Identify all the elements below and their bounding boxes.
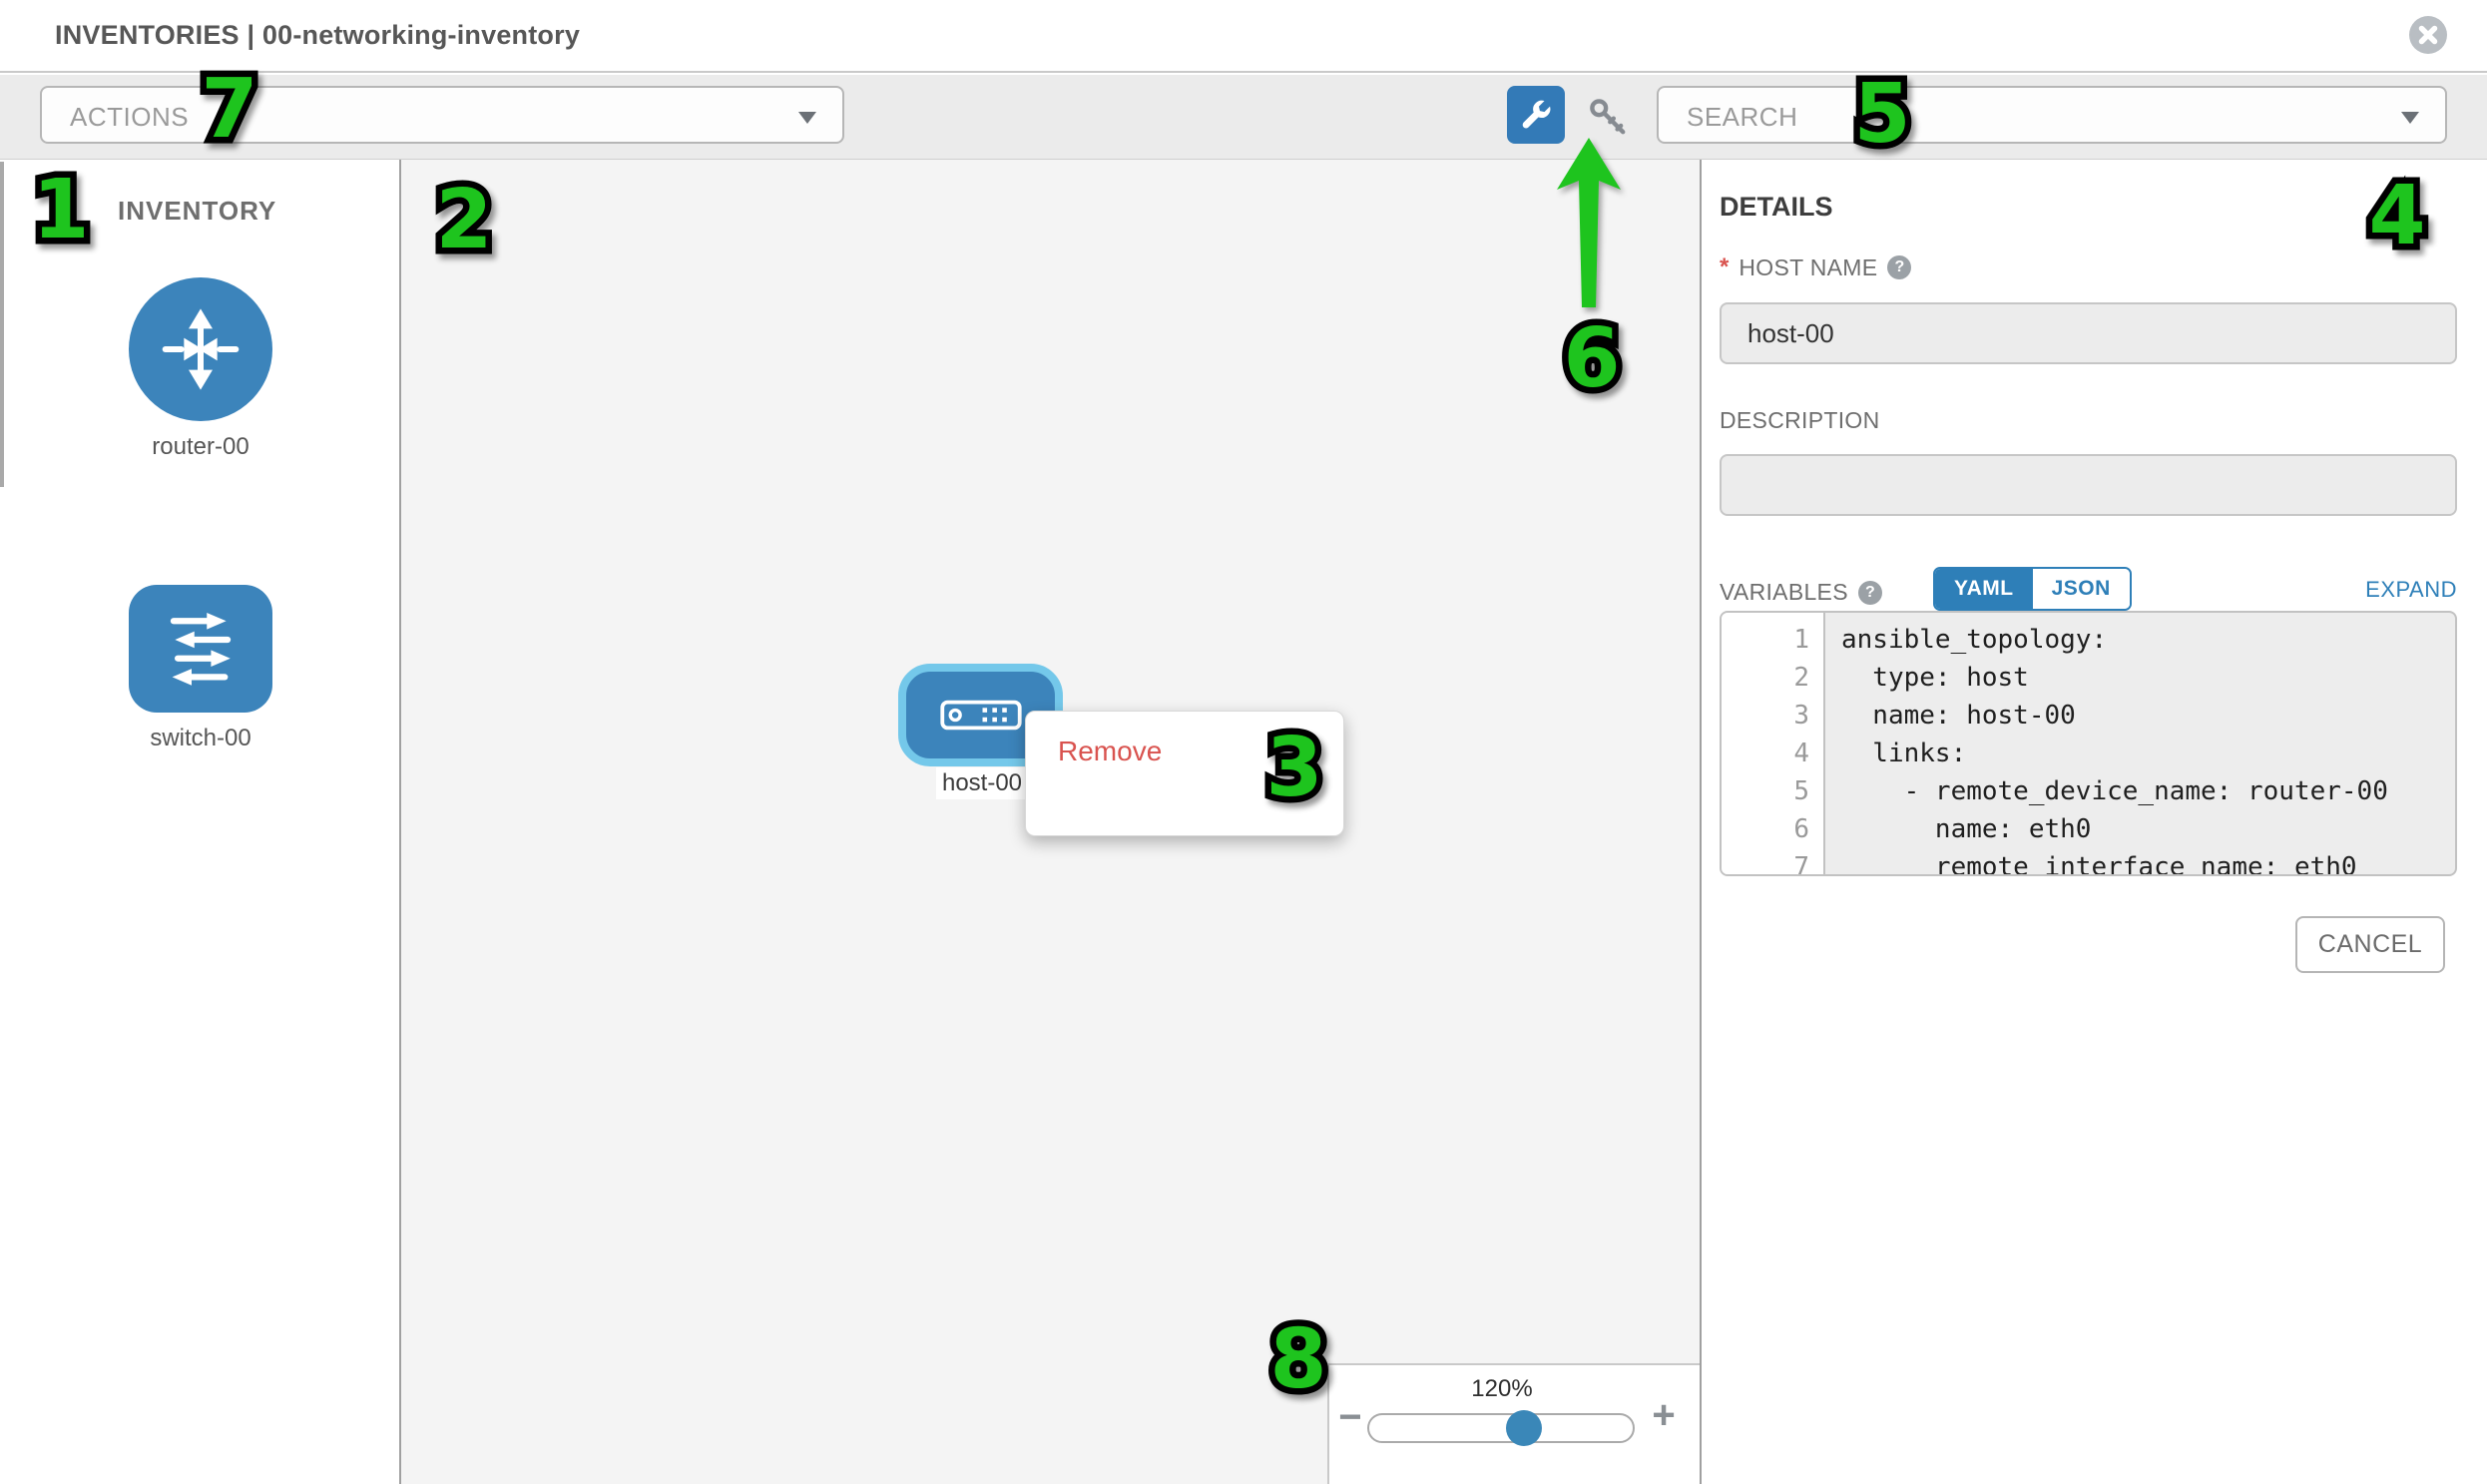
line-number: 7 xyxy=(1722,848,1823,876)
variables-label-row: VARIABLES ? xyxy=(1720,579,1882,606)
zoom-control-panel: 120% − + xyxy=(1327,1363,1700,1484)
device-label: router-00 xyxy=(0,433,401,461)
close-button[interactable] xyxy=(2409,16,2447,54)
line-number: 4 xyxy=(1722,735,1823,772)
host-name-label-row: * HOST NAME ? xyxy=(1720,253,1911,281)
close-icon xyxy=(2409,16,2447,54)
help-icon[interactable]: ? xyxy=(1858,581,1882,605)
line-number: 6 xyxy=(1722,810,1823,848)
line-number: 2 xyxy=(1722,659,1823,697)
search-dropdown[interactable]: SEARCH xyxy=(1657,86,2447,144)
details-panel: DETAILS * HOST NAME ? DESCRIPTION VARIAB… xyxy=(1702,160,2487,1484)
code-line: links: xyxy=(1841,735,2455,772)
wrench-icon xyxy=(1519,98,1553,132)
details-panel-title: DETAILS xyxy=(1720,192,1833,223)
toolbar: ACTIONS SEARCH xyxy=(0,75,2487,160)
host-node-label: host-00 xyxy=(936,767,1028,799)
zoom-level-label: 120% xyxy=(1367,1375,1637,1403)
sidebar-title: INVENTORY xyxy=(118,196,276,227)
zoom-in-button[interactable]: + xyxy=(1647,1395,1681,1435)
toggle-json[interactable]: JSON xyxy=(2033,569,2130,609)
page-title: INVENTORIES | 00-networking-inventory xyxy=(55,20,580,51)
host-name-field[interactable] xyxy=(1720,302,2457,364)
code-line: name: host-00 xyxy=(1841,697,2455,735)
chevron-down-icon xyxy=(2401,112,2419,124)
cancel-button[interactable]: CANCEL xyxy=(2295,916,2445,973)
code-line: name: eth0 xyxy=(1841,810,2455,848)
topology-canvas[interactable]: host-00 Details Remove 120% − + xyxy=(401,160,1702,1484)
code-line: remote_interface_name: eth0 xyxy=(1841,848,2455,876)
help-icon[interactable]: ? xyxy=(1887,255,1911,279)
description-label: DESCRIPTION xyxy=(1720,407,1879,434)
inventory-sidebar: INVENTORY router-00 xyxy=(0,160,401,1484)
chevron-down-icon xyxy=(798,112,816,124)
line-number: 3 xyxy=(1722,697,1823,735)
editor-code: ansible_topology: type: host name: host-… xyxy=(1825,613,2455,874)
actions-dropdown[interactable]: ACTIONS xyxy=(40,86,844,144)
node-context-menu: Details Remove xyxy=(1025,711,1344,836)
sidebar-device-switch[interactable]: switch-00 xyxy=(0,585,401,752)
device-label: switch-00 xyxy=(0,725,401,752)
required-marker: * xyxy=(1720,253,1729,281)
menu-item-remove[interactable]: Remove xyxy=(1058,728,1343,774)
search-dropdown-label: SEARCH xyxy=(1687,102,1797,133)
inventory-topology-screen: INVENTORIES | 00-networking-inventory AC… xyxy=(0,0,2487,1484)
expand-link[interactable]: EXPAND xyxy=(2365,577,2457,603)
toolbar-tools-button[interactable] xyxy=(1507,86,1565,144)
description-label-row: DESCRIPTION xyxy=(1720,407,1879,434)
key-icon xyxy=(1583,92,1633,142)
line-number: 1 xyxy=(1722,621,1823,659)
router-icon xyxy=(129,277,272,421)
actions-dropdown-label: ACTIONS xyxy=(70,102,189,133)
toolbar-key-button[interactable] xyxy=(1583,92,1633,142)
variables-format-toggle: YAML JSON xyxy=(1933,567,2132,611)
code-line: - remote_device_name: router-00 xyxy=(1841,772,2455,810)
editor-line-numbers: 1 2 3 4 5 6 7 xyxy=(1722,613,1825,874)
code-line: type: host xyxy=(1841,659,2455,697)
header: INVENTORIES | 00-networking-inventory xyxy=(0,0,2487,73)
line-number: 5 xyxy=(1722,772,1823,810)
zoom-out-button[interactable]: − xyxy=(1335,1397,1365,1437)
zoom-slider-thumb[interactable] xyxy=(1506,1410,1542,1446)
host-name-label: HOST NAME xyxy=(1739,254,1877,281)
switch-icon xyxy=(129,585,272,713)
toggle-yaml[interactable]: YAML xyxy=(1935,569,2033,609)
variables-label: VARIABLES xyxy=(1720,579,1848,606)
sidebar-device-router[interactable]: router-00 xyxy=(0,277,401,461)
host-icon xyxy=(940,699,1022,732)
variables-code-editor[interactable]: 1 2 3 4 5 6 7 ansible_topology: type: ho… xyxy=(1720,611,2457,876)
zoom-slider-track[interactable] xyxy=(1367,1413,1635,1443)
code-line: ansible_topology: xyxy=(1841,621,2455,659)
description-field[interactable] xyxy=(1720,454,2457,516)
